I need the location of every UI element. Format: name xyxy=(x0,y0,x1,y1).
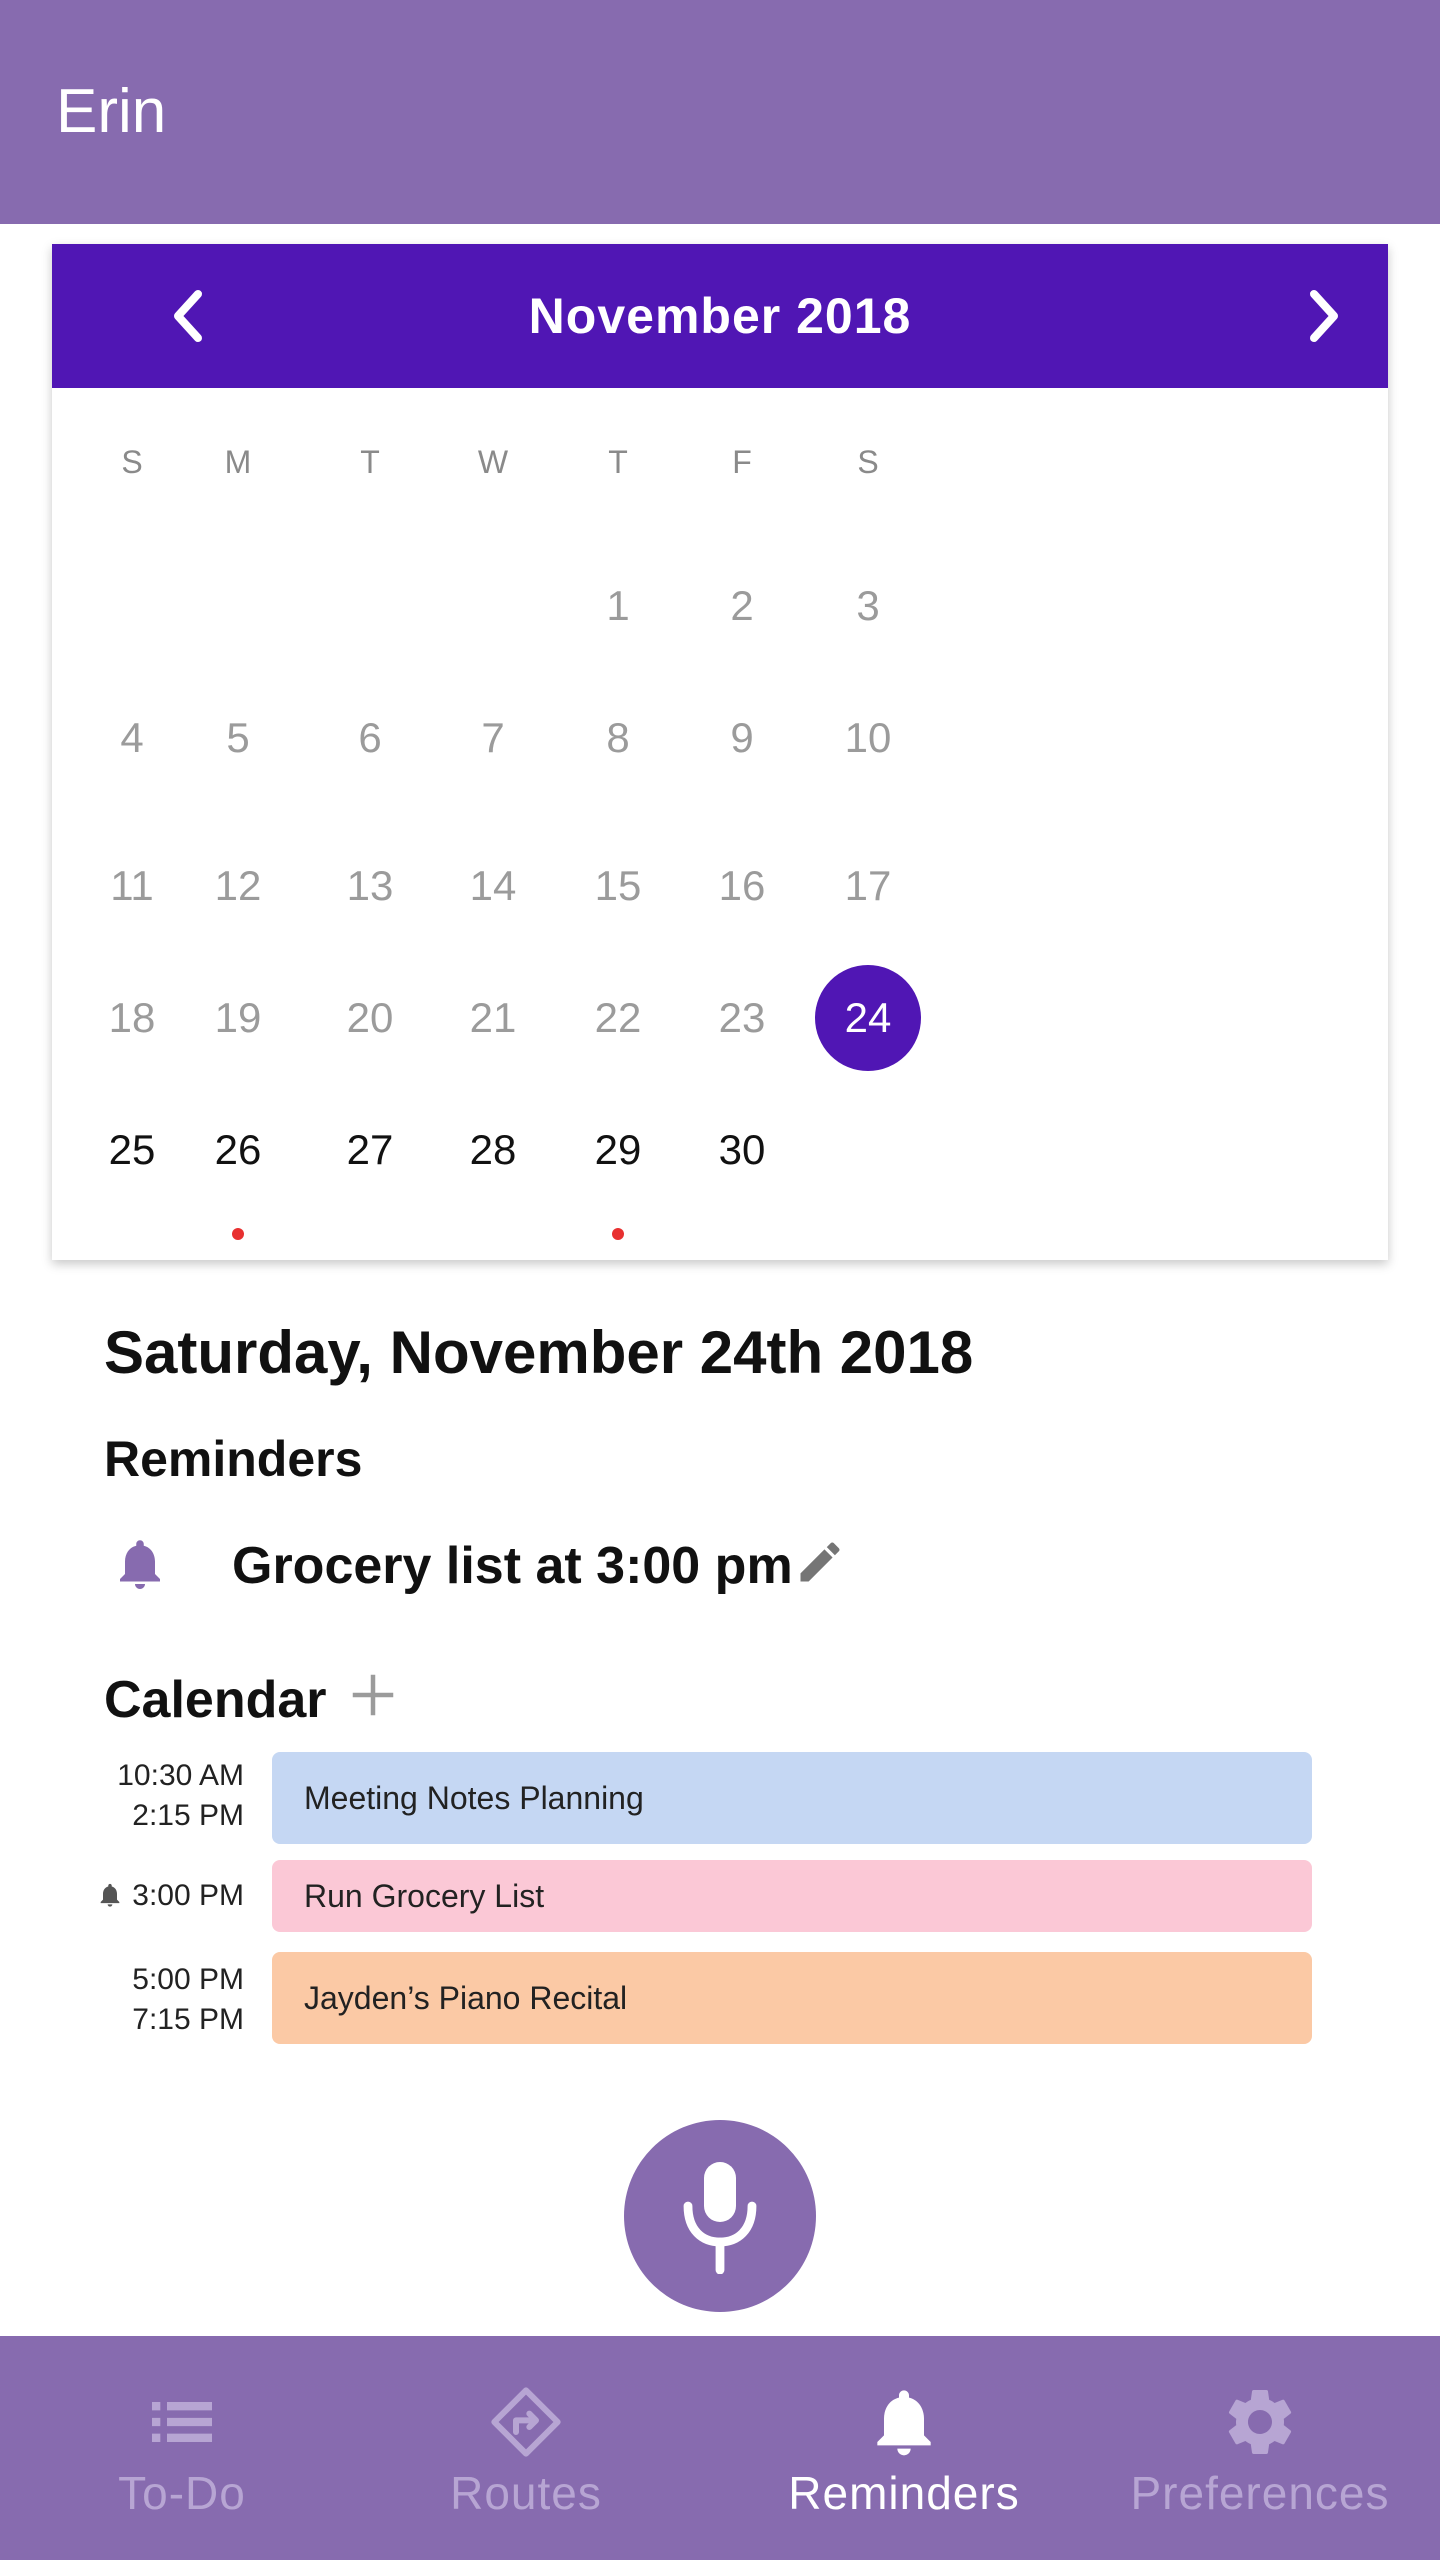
nav-routes[interactable]: Routes xyxy=(376,2336,676,2560)
event-end: 2:15 PM xyxy=(132,1799,244,1832)
calendar-day[interactable]: 4 xyxy=(72,708,192,768)
calendar-day[interactable]: 1 xyxy=(558,576,678,636)
app: Erin November 2018 SMTWTFS 1 2 3 4 5 6 7 8 9 10 11… xyxy=(0,0,1440,2560)
calendar-day[interactable]: 20 xyxy=(310,988,430,1048)
calendar-day[interactable]: 28 xyxy=(433,1120,553,1180)
microphone-icon xyxy=(683,2162,757,2274)
calendar-day[interactable]: 17 xyxy=(808,856,928,916)
event-run-grocery-list[interactable]: Run Grocery List xyxy=(272,1860,1312,1932)
weekday-label: S xyxy=(121,444,143,480)
weekday-label: T xyxy=(360,444,380,480)
calendar-day[interactable]: 7 xyxy=(433,708,553,768)
calendar-day[interactable]: 13 xyxy=(310,856,430,916)
event-start: 5:00 PM xyxy=(132,1963,244,1996)
calendar-day[interactable]: 14 xyxy=(433,856,553,916)
calendar-day-selected[interactable]: 24 xyxy=(815,965,921,1071)
calendar-day[interactable]: 12 xyxy=(178,856,298,916)
bell-icon xyxy=(877,2390,931,2456)
calendar-day[interactable]: 3 xyxy=(808,576,928,636)
calendar-day[interactable]: 18 xyxy=(72,988,192,1048)
calendar-card: November 2018 SMTWTFS 1 2 3 4 5 6 7 8 9 10 11 12 13 1… xyxy=(52,244,1388,1260)
reminders-heading: Reminders xyxy=(104,1431,363,1487)
next-month-button[interactable] xyxy=(1288,280,1360,352)
calendar-day[interactable]: 9 xyxy=(682,708,802,768)
event-time: 3:00 PM xyxy=(44,1876,244,1916)
user-name: Erin xyxy=(56,77,167,146)
chevron-right-icon xyxy=(1310,290,1338,342)
pencil-icon[interactable] xyxy=(794,1536,846,1588)
calendar-day[interactable]: 23 xyxy=(682,988,802,1048)
month-label: November 2018 xyxy=(528,288,912,344)
nav-label: Routes xyxy=(450,2467,602,2519)
calendar-day[interactable]: 2 xyxy=(682,576,802,636)
calendar-day[interactable]: 16 xyxy=(682,856,802,916)
nav-label: To-Do xyxy=(118,2467,246,2519)
calendar-day[interactable]: 11 xyxy=(72,856,192,916)
plus-icon[interactable] xyxy=(346,1668,400,1722)
nav-todo[interactable]: To-Do xyxy=(32,2336,332,2560)
microphone-button[interactable] xyxy=(624,2120,816,2312)
calendar-day[interactable]: 10 xyxy=(808,708,928,768)
calendar-day[interactable]: 8 xyxy=(558,708,678,768)
event-time: 5:00 PM 7:15 PM xyxy=(44,1960,244,2040)
weekday-label: F xyxy=(732,444,752,480)
calendar-day[interactable]: 6 xyxy=(310,708,430,768)
calendar-day[interactable]: 22 xyxy=(558,988,678,1048)
calendar-day[interactable]: 26 xyxy=(178,1120,298,1180)
directions-icon xyxy=(491,2387,561,2457)
calendar-day[interactable]: 5 xyxy=(178,708,298,768)
calendar-day[interactable]: 15 xyxy=(558,856,678,916)
calendar-day[interactable]: 27 xyxy=(310,1120,430,1180)
calendar-day[interactable]: 29 xyxy=(558,1120,678,1180)
prev-month-button[interactable] xyxy=(152,280,224,352)
event-start: 10:30 AM xyxy=(117,1759,244,1792)
bell-icon xyxy=(120,1540,160,1589)
nav-label: Reminders xyxy=(788,2467,1020,2519)
list-icon xyxy=(152,2402,212,2442)
nav-reminders[interactable]: Reminders xyxy=(754,2336,1054,2560)
gear-icon xyxy=(1228,2390,1292,2454)
nav-label: Preferences xyxy=(1130,2467,1390,2519)
weekday-label: S xyxy=(857,444,879,480)
calendar-day[interactable]: 19 xyxy=(178,988,298,1048)
selected-date-heading: Saturday, November 24th 2018 xyxy=(104,1319,974,1386)
reminder-text: Grocery list at 3:00 pm xyxy=(232,1537,793,1595)
calendar-section-heading: Calendar xyxy=(104,1671,327,1729)
calendar-day[interactable]: 30 xyxy=(682,1120,802,1180)
event-title: Run Grocery List xyxy=(304,1877,545,1914)
weekday-label: W xyxy=(477,444,509,480)
reminder-item[interactable]: Grocery list at 3:00 pm xyxy=(104,1520,1004,1610)
event-title: Jayden’s Piano Recital xyxy=(304,1979,628,2016)
weekday-label: M xyxy=(224,444,252,480)
event-piano-recital[interactable]: Jayden’s Piano Recital xyxy=(272,1952,1312,2044)
calendar-day[interactable]: 21 xyxy=(433,988,553,1048)
weekday-label: T xyxy=(608,444,628,480)
event-time: 10:30 AM 2:15 PM xyxy=(44,1756,244,1836)
event-start: 3:00 PM xyxy=(132,1879,244,1912)
event-indicator-dot xyxy=(232,1228,244,1240)
bell-icon xyxy=(100,1883,120,1907)
event-meeting-notes[interactable]: Meeting Notes Planning xyxy=(272,1752,1312,1844)
calendar-day[interactable]: 25 xyxy=(72,1120,192,1180)
event-indicator-dot xyxy=(612,1228,624,1240)
calendar-header: November 2018 xyxy=(52,244,1388,388)
event-end: 7:15 PM xyxy=(132,2003,244,2036)
bottom-navigation: To-Do Routes Reminders Preferences xyxy=(0,2336,1440,2560)
chevron-left-icon xyxy=(174,290,202,342)
event-title: Meeting Notes Planning xyxy=(304,1779,644,1816)
nav-preferences[interactable]: Preferences xyxy=(1110,2336,1410,2560)
app-header: Erin xyxy=(0,0,1440,224)
